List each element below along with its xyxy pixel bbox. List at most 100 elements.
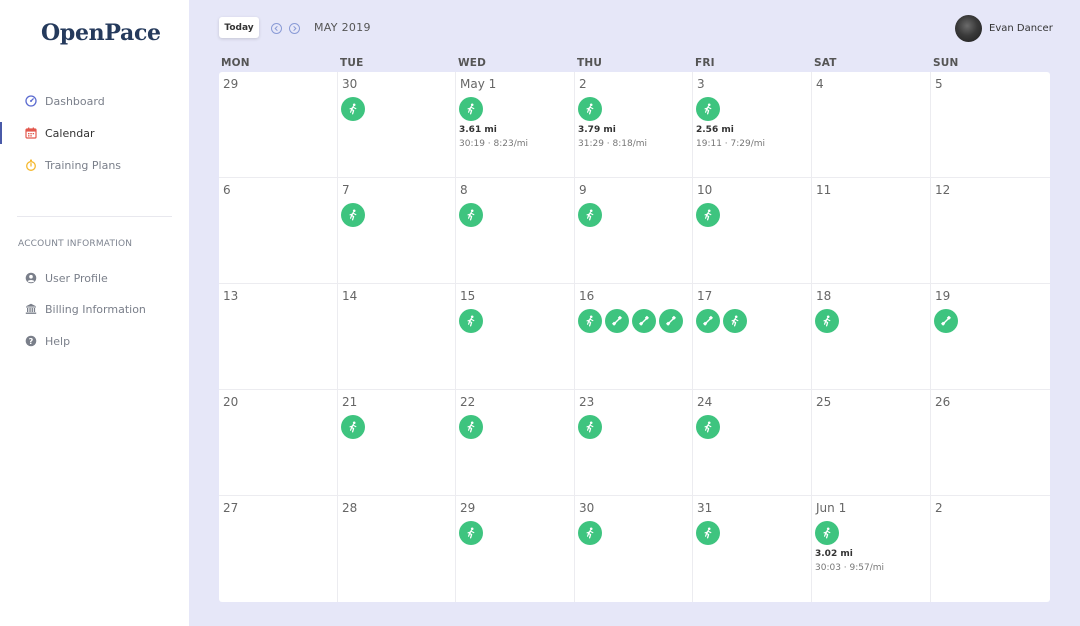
chevron-right-icon	[293, 25, 297, 32]
weekday-label: THU	[577, 57, 603, 69]
day-cell[interactable]: 7	[338, 178, 456, 284]
runner-icon	[467, 103, 475, 115]
day-number: 4	[816, 77, 824, 91]
day-cell[interactable]: 3 2.56 mi 19:11 · 7:29/mi	[693, 72, 812, 178]
day-cell[interactable]: 22	[456, 390, 575, 496]
activity-pace: 30:03 · 9:57/mi	[815, 563, 885, 573]
runner-icon	[586, 103, 594, 115]
weekday-label: WED	[458, 57, 487, 69]
run-activity-badge[interactable]	[815, 309, 839, 333]
day-cell[interactable]: May 1 3.61 mi 30:19 · 8:23/mi	[456, 72, 575, 178]
day-cell[interactable]: 10	[693, 178, 812, 284]
day-cell[interactable]: 26	[931, 390, 1050, 496]
day-cell[interactable]: 28	[338, 496, 456, 602]
day-cell[interactable]: 30	[575, 496, 693, 602]
day-cell[interactable]: 16	[575, 284, 693, 390]
day-number: Jun 1	[816, 501, 847, 515]
day-cell[interactable]: 14	[338, 284, 456, 390]
avatar[interactable]	[955, 15, 982, 42]
activity-distance: 3.02 mi	[815, 549, 853, 559]
run-activity-badge[interactable]	[578, 521, 602, 545]
day-cell[interactable]: 20	[219, 390, 338, 496]
next-month-button[interactable]	[289, 23, 300, 34]
sidebar-item-dashboard[interactable]: Dashboard	[0, 90, 189, 112]
run-activity-badge[interactable]	[341, 97, 365, 121]
user-name[interactable]: Evan Dancer	[989, 23, 1053, 34]
section-title: ACCOUNT INFORMATION	[18, 239, 133, 249]
activity-list	[459, 203, 483, 227]
brand-logo[interactable]: OpenPace	[41, 20, 161, 46]
today-button[interactable]: Today	[219, 17, 259, 38]
strength-activity-badge[interactable]	[696, 309, 720, 333]
run-activity-badge[interactable]	[459, 415, 483, 439]
activity-list	[815, 309, 839, 333]
run-activity-badge[interactable]	[459, 97, 483, 121]
day-cell[interactable]: 18	[812, 284, 931, 390]
day-cell[interactable]: 30	[338, 72, 456, 178]
run-activity-badge[interactable]	[459, 309, 483, 333]
day-cell[interactable]: 2 3.79 mi 31:29 · 8:18/mi	[575, 72, 693, 178]
day-cell[interactable]: 9	[575, 178, 693, 284]
day-cell[interactable]: 24	[693, 390, 812, 496]
day-number: 31	[697, 501, 713, 515]
run-activity-badge[interactable]	[696, 415, 720, 439]
run-activity-badge[interactable]	[723, 309, 747, 333]
sidebar-item-calendar[interactable]: Calendar	[0, 122, 189, 144]
day-number: 26	[935, 395, 951, 409]
run-activity-badge[interactable]	[578, 203, 602, 227]
day-cell[interactable]: 11	[812, 178, 931, 284]
user-icon	[25, 272, 37, 284]
strength-activity-badge[interactable]	[934, 309, 958, 333]
run-activity-badge[interactable]	[459, 203, 483, 227]
activity-distance: 3.79 mi	[578, 125, 616, 135]
day-cell[interactable]: 25	[812, 390, 931, 496]
run-activity-badge[interactable]	[696, 521, 720, 545]
day-cell[interactable]: 21	[338, 390, 456, 496]
day-cell[interactable]: 27	[219, 496, 338, 602]
chevron-left-icon	[274, 25, 278, 32]
strength-activity-badge[interactable]	[632, 309, 656, 333]
sidebar-item-user-profile[interactable]: User Profile	[0, 267, 189, 289]
day-number: 7	[342, 183, 350, 197]
day-cell[interactable]: 29	[219, 72, 338, 178]
day-cell[interactable]: 2	[931, 496, 1050, 602]
activity-list	[578, 203, 602, 227]
sidebar-item-help[interactable]: ? Help	[0, 330, 189, 352]
activity-list	[578, 309, 683, 333]
day-cell[interactable]: Jun 1 3.02 mi 30:03 · 9:57/mi	[812, 496, 931, 602]
runner-icon	[349, 209, 357, 221]
run-activity-badge[interactable]	[578, 97, 602, 121]
bank-icon	[25, 303, 37, 315]
day-cell[interactable]: 6	[219, 178, 338, 284]
day-cell[interactable]: 8	[456, 178, 575, 284]
run-activity-badge[interactable]	[578, 415, 602, 439]
run-activity-badge[interactable]	[696, 97, 720, 121]
run-activity-badge[interactable]	[341, 415, 365, 439]
day-cell[interactable]: 19	[931, 284, 1050, 390]
day-cell[interactable]: 5	[931, 72, 1050, 178]
day-cell[interactable]: 13	[219, 284, 338, 390]
prev-month-button[interactable]	[271, 23, 282, 34]
stopwatch-icon	[25, 159, 37, 171]
sidebar-item-training-plans[interactable]: Training Plans	[0, 154, 189, 176]
day-cell[interactable]: 12	[931, 178, 1050, 284]
run-activity-badge[interactable]	[578, 309, 602, 333]
day-cell[interactable]: 15	[456, 284, 575, 390]
day-cell[interactable]: 29	[456, 496, 575, 602]
run-activity-badge[interactable]	[815, 521, 839, 545]
run-activity-badge[interactable]	[696, 203, 720, 227]
activity-list	[578, 415, 602, 439]
day-cell[interactable]: 23	[575, 390, 693, 496]
strength-activity-badge[interactable]	[659, 309, 683, 333]
day-cell[interactable]: 17	[693, 284, 812, 390]
day-number: 5	[935, 77, 943, 91]
strength-activity-badge[interactable]	[605, 309, 629, 333]
day-number: 19	[935, 289, 951, 303]
runner-icon	[349, 103, 357, 115]
day-cell[interactable]: 31	[693, 496, 812, 602]
run-activity-badge[interactable]	[459, 521, 483, 545]
day-cell[interactable]: 4	[812, 72, 931, 178]
dumbbell-icon	[666, 315, 676, 326]
run-activity-badge[interactable]	[341, 203, 365, 227]
sidebar-item-billing[interactable]: Billing Information	[0, 298, 189, 320]
